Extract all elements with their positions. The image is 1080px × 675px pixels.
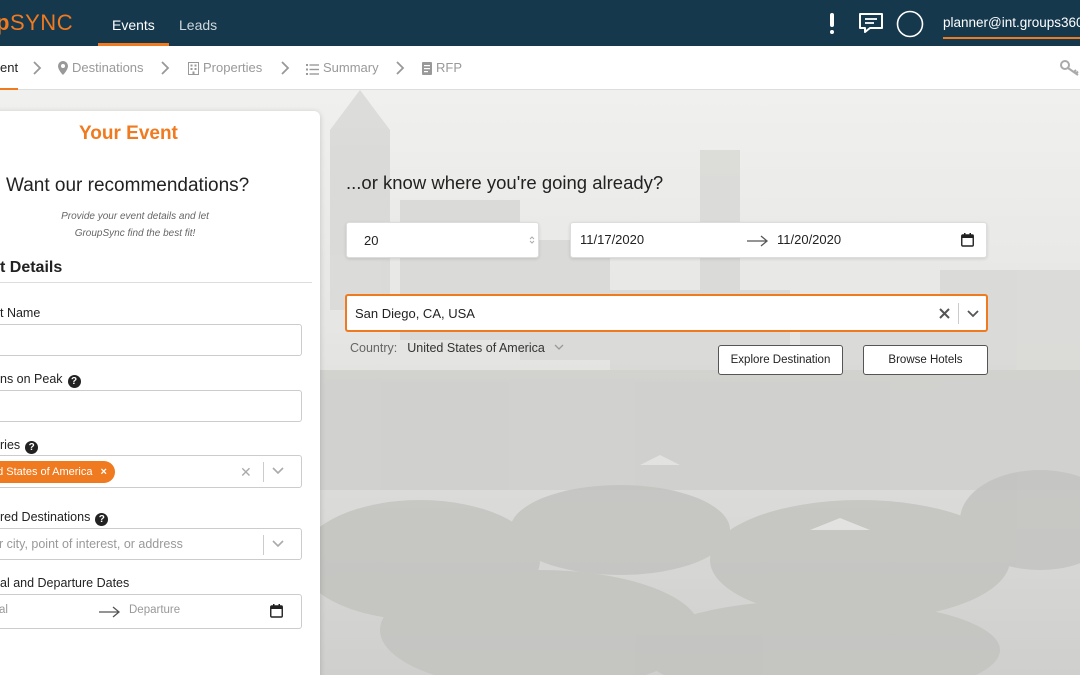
breadcrumb-rfp-label: RFP xyxy=(436,60,462,75)
subtitle-line-2: GroupSync find the best fit! xyxy=(74,228,196,239)
breadcrumb-destinations-label: Destinations xyxy=(72,60,144,75)
explore-destination-button[interactable]: Explore Destination xyxy=(718,345,843,375)
select-divider xyxy=(263,535,264,555)
country-label: Country: xyxy=(350,341,398,355)
countries-label-text: ries xyxy=(0,438,21,452)
breadcrumb-event-label: ent xyxy=(0,60,19,75)
clear-icon[interactable] xyxy=(939,308,950,319)
help-icon[interactable]: ? xyxy=(67,375,81,388)
recommendations-subtitle: Provide your event details and let Group… xyxy=(30,208,240,242)
breadcrumb-summary[interactable]: Summary xyxy=(306,46,379,90)
stepper-icon[interactable] xyxy=(529,235,535,245)
calendar-icon[interactable] xyxy=(270,604,283,618)
breadcrumb-destinations[interactable]: Destinations xyxy=(58,46,144,90)
key-icon[interactable] xyxy=(1060,60,1080,76)
avatar-circle-icon[interactable] xyxy=(896,10,924,38)
rooms-on-peak-label-text: ns on Peak xyxy=(0,372,63,386)
top-navigation-bar: pSYNC Events Leads planner@int.groups360 xyxy=(0,0,1080,46)
your-event-panel: Your Event Want our recommendations? Pro… xyxy=(0,111,320,675)
breadcrumb: ent Destinations Properties Summary RFP xyxy=(0,46,1080,90)
country-tag-label: ed States of America xyxy=(0,466,93,478)
start-date-value: 11/17/2020 xyxy=(580,232,645,247)
country-value: United States of America xyxy=(407,341,545,355)
select-divider xyxy=(263,462,264,482)
breadcrumb-rfp[interactable]: RFP xyxy=(422,46,462,90)
nav-tab-leads[interactable]: Leads xyxy=(179,0,217,46)
breadcrumb-properties[interactable]: Properties xyxy=(188,46,262,90)
date-range-input[interactable]: al Departure xyxy=(0,594,302,629)
building-icon xyxy=(188,62,199,75)
section-divider xyxy=(0,282,312,283)
event-name-label: t Name xyxy=(0,306,41,320)
departure-placeholder: Departure xyxy=(129,604,181,616)
document-icon xyxy=(422,62,432,75)
chat-icon[interactable] xyxy=(858,11,884,35)
rooms-on-peak-input[interactable] xyxy=(0,390,302,422)
destination-select[interactable]: San Diego, CA, USA xyxy=(345,294,988,332)
arrow-right-icon xyxy=(747,235,769,247)
recommendations-heading: Want our recommendations? xyxy=(6,175,250,196)
chevron-down-icon[interactable] xyxy=(272,466,284,476)
nav-tab-events[interactable]: Events xyxy=(98,0,169,46)
breadcrumb-event[interactable]: ent xyxy=(0,46,19,90)
panel-title: Your Event xyxy=(79,123,178,144)
country-tag: ed States of America × xyxy=(0,461,115,483)
event-details-heading: t Details xyxy=(0,259,63,276)
browse-hotels-button[interactable]: Browse Hotels xyxy=(863,345,988,375)
chevron-right-icon xyxy=(281,61,290,75)
subtitle-line-1: Provide your event details and let xyxy=(61,211,209,222)
know-where-heading: ...or know where you're going already? xyxy=(346,172,664,193)
arrival-departure-label: al and Departure Dates xyxy=(0,576,130,590)
event-name-input[interactable] xyxy=(0,324,302,356)
rooms-on-peak-label: ns on Peak? xyxy=(0,372,81,388)
logo-text-part2: SYNC xyxy=(9,10,74,35)
chevron-down-icon[interactable] xyxy=(554,344,564,351)
date-range-picker[interactable]: 11/17/2020 11/20/2020 xyxy=(570,222,987,258)
breadcrumb-properties-label: Properties xyxy=(203,60,263,75)
breadcrumb-summary-label: Summary xyxy=(323,60,379,75)
alert-icon[interactable] xyxy=(820,11,844,35)
calendar-icon[interactable] xyxy=(961,233,974,247)
select-divider xyxy=(958,303,959,324)
logo-text-part1: p xyxy=(0,10,10,35)
rooms-value: 20 xyxy=(364,233,379,248)
preferred-destinations-input[interactable]: r city, point of interest, or address xyxy=(0,528,302,560)
arrow-right-icon xyxy=(99,606,121,618)
clear-icon[interactable]: ✕ xyxy=(240,464,252,481)
help-icon[interactable]: ? xyxy=(25,441,39,454)
countries-label: ries? xyxy=(0,438,39,454)
country-selector[interactable]: Country: United States of America xyxy=(350,341,564,355)
remove-tag-icon[interactable]: × xyxy=(101,466,107,478)
help-icon[interactable]: ? xyxy=(95,513,109,526)
end-date-value: 11/20/2020 xyxy=(777,232,842,247)
groupsync-logo[interactable]: pSYNC xyxy=(0,10,73,36)
preferred-destinations-label: red Destinations? xyxy=(0,510,109,526)
chevron-right-icon xyxy=(33,61,42,75)
countries-select[interactable]: ed States of America × ✕ xyxy=(0,455,302,488)
map-pin-icon xyxy=(58,61,68,75)
chevron-down-icon[interactable] xyxy=(967,310,979,318)
arrival-placeholder: al xyxy=(0,604,8,616)
preferred-destinations-placeholder: r city, point of interest, or address xyxy=(0,537,183,551)
destination-value: San Diego, CA, USA xyxy=(355,306,475,321)
preferred-destinations-label-text: red Destinations xyxy=(0,510,91,524)
chevron-down-icon[interactable] xyxy=(272,539,284,549)
chevron-right-icon xyxy=(161,61,170,75)
rooms-number-input[interactable]: 20 xyxy=(346,222,539,258)
user-email-menu[interactable]: planner@int.groups360 xyxy=(943,15,1080,39)
list-icon xyxy=(306,64,319,75)
chevron-right-icon xyxy=(396,61,405,75)
